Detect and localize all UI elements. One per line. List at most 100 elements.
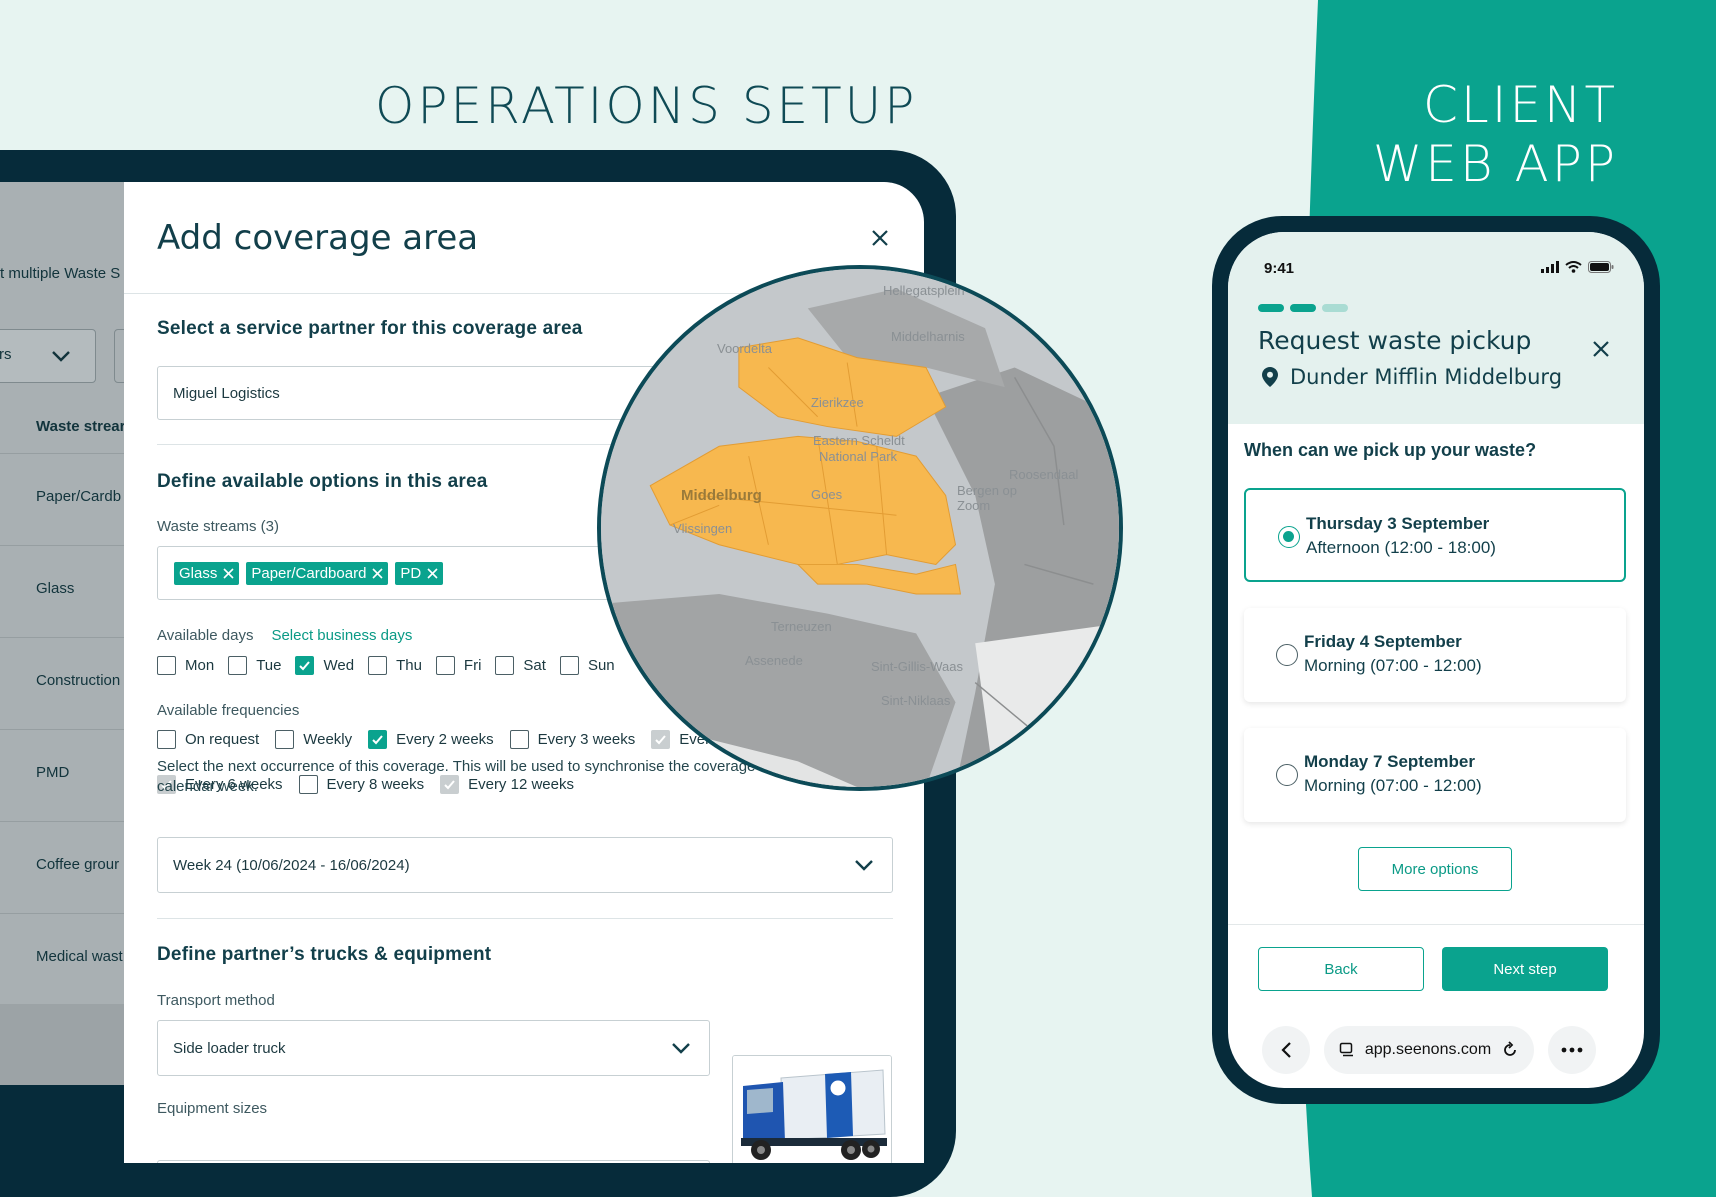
checkbox-option[interactable]: Sun bbox=[559, 656, 615, 675]
map-label: Assenede bbox=[745, 653, 803, 668]
backdrop-select[interactable]: rs bbox=[0, 329, 96, 383]
map-label: Voordelta bbox=[717, 341, 772, 356]
chevron-down-icon bbox=[855, 860, 873, 871]
frequency-checkboxes-row-1: On request Weekly Every 2 weeks Every 3 wee… bbox=[157, 730, 726, 749]
checkbox-label: Fri bbox=[463, 657, 482, 674]
more-options-button[interactable]: More options bbox=[1358, 847, 1512, 891]
checkbox-label: Wed bbox=[323, 657, 355, 674]
checkbox-option[interactable]: Weekly bbox=[275, 730, 352, 749]
map-label: Eastern Scheldt bbox=[813, 433, 905, 448]
remove-tag-icon[interactable] bbox=[427, 567, 438, 579]
equipment-sizes-label: Equipment sizes bbox=[157, 1100, 268, 1117]
radio-button[interactable] bbox=[1276, 644, 1298, 666]
checkbox-option[interactable]: Every 3 weeks bbox=[509, 730, 636, 749]
close-icon[interactable] bbox=[867, 225, 893, 251]
progress-step-3 bbox=[1322, 304, 1348, 312]
check-icon bbox=[299, 661, 311, 671]
backdrop-row-label: Construction bbox=[36, 672, 121, 689]
section-divider bbox=[157, 918, 893, 919]
tag-label: Glass bbox=[179, 564, 218, 582]
checkbox-label: Every 3 weeks bbox=[537, 731, 636, 748]
checkbox-option[interactable]: Sat bbox=[495, 656, 546, 675]
phone-screen: 9:41 Request waste pickup Dunder Mifflin… bbox=[1228, 232, 1644, 1088]
checkbox-option[interactable]: Fri bbox=[435, 656, 482, 675]
map-label: Middelburg bbox=[681, 487, 762, 504]
browser-menu-button[interactable] bbox=[1548, 1026, 1596, 1074]
browser-back-button[interactable] bbox=[1262, 1026, 1310, 1074]
transport-method-label: Transport method bbox=[157, 992, 275, 1009]
url-bar[interactable]: app.seenons.com bbox=[1324, 1026, 1534, 1074]
backdrop-select-2[interactable] bbox=[114, 329, 124, 383]
coverage-map[interactable]: Hellegatsplein Voordelta Middelharnis Zi… bbox=[597, 265, 1123, 791]
checkbox-option[interactable]: Mon bbox=[157, 656, 214, 675]
available-days-label: Available days bbox=[157, 627, 254, 644]
pickup-option[interactable]: Thursday 3 September Afternoon (12:00 - … bbox=[1244, 488, 1626, 582]
checkbox[interactable] bbox=[368, 656, 388, 675]
checkbox-option[interactable]: Tue bbox=[228, 656, 281, 675]
checkbox[interactable] bbox=[509, 730, 529, 749]
side-loader-truck-icon bbox=[733, 1056, 891, 1163]
checkbox[interactable] bbox=[157, 730, 176, 749]
frequencies-label: Available frequencies bbox=[157, 702, 300, 719]
option-day: Friday 4 September bbox=[1304, 632, 1462, 651]
checkbox-option[interactable]: Thu bbox=[368, 656, 422, 675]
backdrop-table-row: Paper/Cardb bbox=[0, 454, 124, 546]
radio-button[interactable] bbox=[1276, 764, 1298, 786]
pickup-option[interactable]: Friday 4 September Morning (07:00 - 12:0… bbox=[1244, 608, 1626, 702]
select-business-days-link[interactable]: Select business days bbox=[271, 627, 412, 644]
option-day: Monday 7 September bbox=[1304, 752, 1475, 771]
map-label: Zierikzee bbox=[811, 395, 864, 410]
option-timeslot: Morning (07:00 - 12:00) bbox=[1304, 656, 1482, 675]
checkbox-option[interactable]: Wed bbox=[295, 656, 354, 675]
pickup-option[interactable]: Monday 7 September Morning (07:00 - 12:0… bbox=[1244, 728, 1626, 822]
status-icons bbox=[1541, 261, 1614, 273]
checkbox-option[interactable]: Every 2 weeks bbox=[368, 730, 494, 749]
checkbox[interactable] bbox=[275, 730, 295, 749]
checkbox-checked[interactable] bbox=[295, 656, 315, 675]
checkbox-label: Every 2 weeks bbox=[396, 731, 494, 748]
phone-title: Request waste pickup bbox=[1258, 326, 1532, 355]
tag-label: PD bbox=[400, 564, 422, 582]
phone-frame: 9:41 Request waste pickup Dunder Mifflin… bbox=[1212, 216, 1660, 1104]
checkbox[interactable] bbox=[228, 656, 248, 675]
week-select-value: Week 24 (10/06/2024 - 16/06/2024) bbox=[173, 856, 410, 874]
client-heading-line-1: CLIENT bbox=[1422, 76, 1618, 134]
radio-button[interactable] bbox=[1278, 526, 1300, 548]
checkbox[interactable] bbox=[157, 656, 176, 675]
backdrop-table-row: PMD bbox=[0, 730, 124, 822]
service-partner-value: Miguel Logistics bbox=[173, 384, 280, 402]
checkbox-option[interactable]: On request bbox=[157, 730, 259, 749]
next-step-button[interactable]: Next step bbox=[1442, 947, 1608, 991]
week-select[interactable]: Week 24 (10/06/2024 - 16/06/2024) bbox=[157, 837, 893, 893]
checkbox-label: Weekly bbox=[303, 731, 353, 748]
options-section-heading: Define available options in this area bbox=[157, 471, 488, 492]
more-horizontal-icon bbox=[1561, 1047, 1583, 1053]
remove-tag-icon[interactable] bbox=[372, 567, 383, 579]
backdrop-table-row: Medical wast bbox=[0, 914, 124, 1006]
map-label: Terneuzen bbox=[771, 619, 832, 634]
waste-stream-tag: Paper/Cardboard bbox=[246, 561, 389, 585]
backdrop-table-row: Glass bbox=[0, 546, 124, 638]
location-pin-icon bbox=[1262, 367, 1278, 387]
wifi-icon bbox=[1565, 261, 1582, 273]
remove-tag-icon[interactable] bbox=[223, 567, 234, 579]
transport-method-select[interactable]: Side loader truck bbox=[157, 1020, 710, 1076]
checkbox-checked[interactable] bbox=[651, 730, 671, 749]
location-name: Dunder Mifflin Middelburg bbox=[1290, 365, 1563, 389]
close-icon[interactable] bbox=[1588, 336, 1614, 362]
checkbox[interactable] bbox=[435, 656, 455, 675]
footer-divider bbox=[1228, 924, 1644, 925]
chevron-left-icon bbox=[1281, 1042, 1291, 1058]
reload-icon[interactable] bbox=[1501, 1041, 1519, 1059]
back-button[interactable]: Back bbox=[1258, 947, 1424, 991]
option-day: Thursday 3 September bbox=[1306, 514, 1490, 533]
checkbox-label: Sat bbox=[523, 657, 546, 674]
equipment-sizes-field[interactable] bbox=[157, 1160, 710, 1163]
map-label: Goes bbox=[811, 487, 843, 502]
map-label: Roosendaal bbox=[1009, 467, 1079, 482]
checkbox[interactable] bbox=[559, 656, 579, 675]
battery-icon bbox=[1588, 261, 1614, 273]
map-label: Bergen op Zoom bbox=[957, 483, 1017, 513]
checkbox-checked[interactable] bbox=[368, 730, 388, 749]
checkbox[interactable] bbox=[495, 656, 515, 675]
